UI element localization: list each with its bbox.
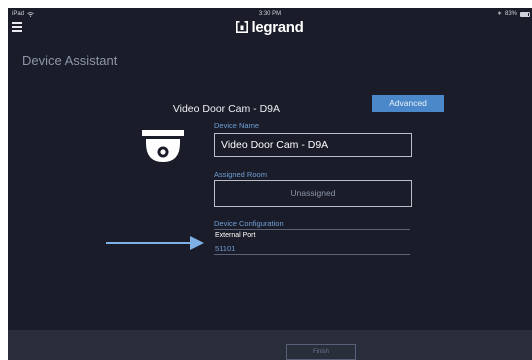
- legrand-logo: legrand: [8, 19, 532, 36]
- device-name-field[interactable]: Video Door Cam - D9A: [214, 133, 412, 157]
- app-header: legrand: [8, 18, 532, 40]
- logo-text: legrand: [251, 19, 304, 36]
- external-port-label: External Port: [215, 232, 256, 239]
- assigned-room-label: Assigned Room: [214, 170, 267, 179]
- battery-icon: [520, 11, 530, 17]
- battery-level: [521, 12, 528, 16]
- device-configuration-label: Device Configuration: [214, 219, 284, 228]
- app-screen: iPad 3:30 PM ∗ 83% legrand Device Assist…: [8, 8, 532, 360]
- arrow-right-icon: [106, 236, 204, 250]
- advanced-button[interactable]: Advanced: [372, 95, 444, 112]
- assigned-room-selector[interactable]: Unassigned: [214, 180, 412, 207]
- external-port-field[interactable]: 51101: [215, 244, 235, 253]
- port-underline: [214, 254, 410, 255]
- footer-bar: [8, 330, 532, 360]
- dome-camera-icon: [142, 130, 184, 162]
- config-divider: [214, 229, 410, 230]
- finish-button[interactable]: Finish: [286, 344, 356, 360]
- page-title: Device Assistant: [22, 53, 118, 68]
- legrand-logo-mark-icon: [236, 21, 249, 33]
- device-name-label: Device Name: [214, 121, 260, 130]
- device-display-name: Video Door Cam - D9A: [172, 103, 280, 115]
